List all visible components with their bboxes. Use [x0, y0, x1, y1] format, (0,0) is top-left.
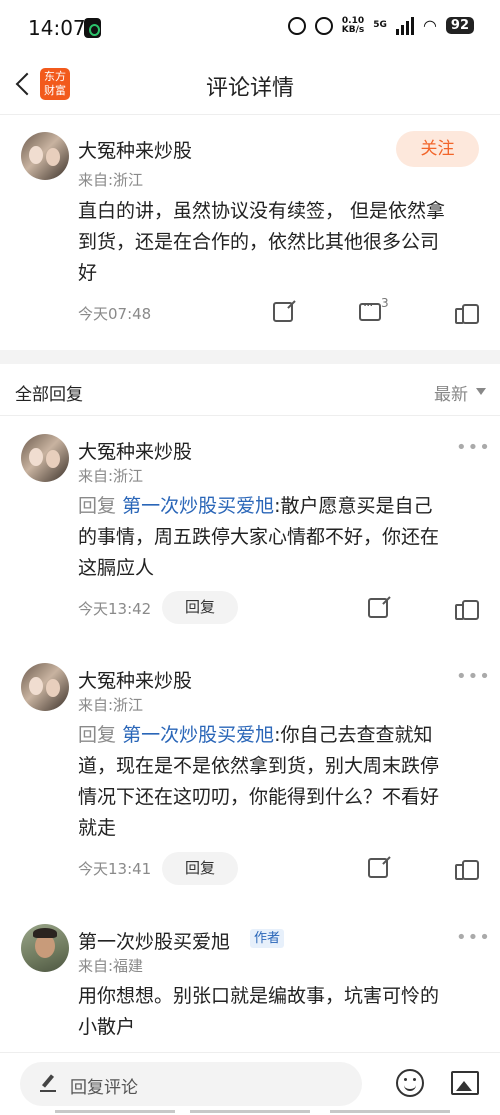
- more-icon[interactable]: •••: [456, 666, 491, 687]
- like-icon[interactable]: [455, 597, 479, 620]
- reply-username[interactable]: 第一次炒股买爱旭: [78, 927, 230, 954]
- reply-text: 用你想想。别张口就是编故事，坑害可怜的 小散户: [78, 985, 440, 1038]
- section-gap: [0, 350, 500, 364]
- reply-button[interactable]: 回复: [162, 852, 238, 885]
- mute-icon: [314, 16, 333, 35]
- reply-location: 来自:福建: [78, 957, 144, 975]
- share-icon[interactable]: [368, 598, 388, 618]
- main-comment-time: 今天07:48: [78, 305, 152, 323]
- status-time: 14:07: [28, 16, 86, 40]
- battery-level: 92: [445, 17, 474, 34]
- net-type: 5G: [373, 20, 387, 30]
- app-notification-icon: [84, 18, 101, 38]
- share-icon[interactable]: [368, 858, 388, 878]
- nav-divider: [0, 114, 500, 115]
- sort-dropdown[interactable]: 最新: [434, 380, 468, 405]
- reply-username[interactable]: 大冤种来炒股: [78, 666, 192, 693]
- like-icon[interactable]: [455, 857, 479, 880]
- comment-count: 3: [381, 296, 389, 310]
- reply-username[interactable]: 大冤种来炒股: [78, 437, 192, 464]
- main-comment-username[interactable]: 大冤种来炒股: [78, 136, 192, 163]
- more-icon[interactable]: •••: [456, 927, 491, 948]
- reply-time: 今天13:42: [78, 600, 152, 618]
- main-comment-location: 来自:浙江: [78, 171, 144, 189]
- avatar[interactable]: [21, 663, 69, 711]
- reply-button[interactable]: 回复: [162, 591, 238, 624]
- net-speed: 0.10 KB/s: [341, 15, 365, 35]
- reply-location: 来自:浙江: [78, 467, 144, 485]
- wifi-icon: ◠: [422, 16, 437, 35]
- chevron-down-icon[interactable]: [476, 388, 486, 395]
- avatar[interactable]: [21, 132, 69, 180]
- like-icon[interactable]: [455, 301, 479, 324]
- avatar[interactable]: [21, 924, 69, 972]
- gesture-bar: [0, 1110, 500, 1115]
- emoji-icon[interactable]: [396, 1069, 424, 1097]
- author-badge: 作者: [250, 929, 284, 948]
- status-icons: 0.10 KB/s 5G ◠ 92: [287, 15, 474, 35]
- reply-text: 回复 第一次炒股买爱旭:你自己去查查就知 道，现在是不是依然拿到货，别大周末跌停…: [78, 724, 440, 839]
- mention-link[interactable]: 第一次炒股买爱旭: [122, 495, 274, 517]
- reply-location: 来自:浙江: [78, 696, 144, 714]
- follow-button[interactable]: 关注: [396, 131, 479, 167]
- share-icon[interactable]: [273, 302, 293, 322]
- avatar[interactable]: [21, 434, 69, 482]
- page-title: 评论详情: [205, 76, 294, 101]
- pencil-icon: [40, 1074, 56, 1092]
- more-icon[interactable]: •••: [456, 437, 491, 458]
- alarm-icon: [287, 16, 306, 35]
- section-divider: [0, 415, 500, 416]
- status-bar: 14:07 0.10 KB/s 5G ◠ 92: [0, 0, 500, 56]
- signal-icon: [395, 16, 414, 35]
- comment-icon[interactable]: [359, 299, 381, 321]
- reply-input-placeholder[interactable]: 回复评论: [70, 1073, 138, 1098]
- mention-link[interactable]: 第一次炒股买爱旭: [122, 724, 274, 746]
- reply-time: 今天13:41: [78, 860, 152, 878]
- main-comment-text: 直白的讲，虽然协议没有续签， 但是依然拿 到货，还是在合作的，依然比其他很多公司…: [78, 200, 446, 284]
- image-icon[interactable]: [451, 1071, 479, 1095]
- replies-section-title: 全部回复: [15, 385, 83, 405]
- reply-text: 回复 第一次炒股买爱旭:散户愿意买是自己 的事情，周五跌停大家心情都不好，你还在…: [78, 495, 440, 579]
- nav-bar: 东方 财富 评论详情: [0, 56, 500, 114]
